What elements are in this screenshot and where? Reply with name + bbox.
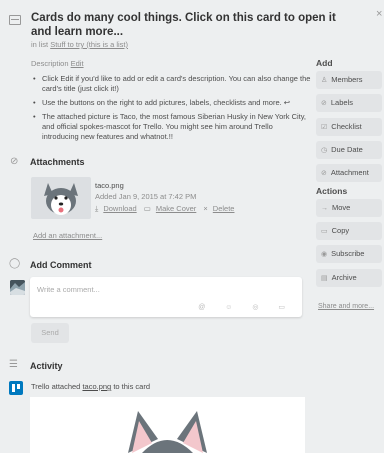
delete-icon: × [203,204,208,213]
checklist-label: Checklist [331,122,362,131]
labels-label: Labels [330,98,353,107]
add-section-title: Add [316,58,333,68]
clock-icon: ◷ [321,147,328,154]
attachment-thumbnail[interactable] [31,177,91,219]
archive-icon: ▤ [321,275,328,282]
activity-object-link[interactable]: taco.png [82,382,111,391]
move-label: Move [332,203,351,212]
attachment-label: Attachment [330,168,369,177]
move-button[interactable]: → Move [316,199,382,217]
activity-title: Activity [30,361,63,371]
list-name-link[interactable]: Stuff to try (this is a list) [50,40,128,49]
attachment-date: Added Jan 9, 2015 at 7:42 PM [95,192,197,201]
add-attachment-link[interactable]: Add an attachment... [33,231,102,240]
description-item: The attached picture is Taco, the most f… [31,112,311,142]
tag-icon: ⊘ [321,100,327,107]
activity-actor[interactable]: Trello [31,382,49,391]
subscribe-label: Subscribe [331,249,365,258]
card-sidebar: Add ♙ Members ⊘ Labels ☑ Checklist ◷ Due Dat… [312,0,384,453]
comment-icon: ◯ [9,258,21,269]
description-item: Click Edit if you'd like to add or edit … [31,74,311,94]
copy-label: Copy [331,226,350,235]
due-date-button[interactable]: ◷ Due Date [316,141,382,159]
checkbox-icon: ☑ [321,124,328,131]
activity-list-icon: ☰ [9,359,18,370]
activity-image-preview[interactable] [30,397,305,453]
avatar-image [10,280,25,295]
eye-icon: ◉ [321,251,328,258]
description-list: Click Edit if you'd like to add or edit … [31,74,311,146]
comment-input[interactable]: Write a comment... @ ☺ ◎ ▭ [30,277,302,317]
comment-placeholder: Write a comment... [37,285,100,294]
checklist-button[interactable]: ☑ Checklist [316,118,382,136]
cover-icon: ▭ [143,204,151,213]
activity-verb: attached [51,382,81,391]
make-cover-link[interactable]: Make Cover [156,204,196,213]
card-title[interactable]: Cards do many cool things. Click on this… [31,11,351,39]
description-label: Description [31,59,69,68]
person-icon: ♙ [321,77,328,84]
activity-entry: Trello attached taco.png to this card [31,382,150,391]
share-and-more-link[interactable]: Share and more... [318,303,374,310]
husky-image [44,183,78,215]
attachment-actions: ⤓ Download ▭ Make Cover × Delete [95,204,239,214]
paperclip-icon: ⊘ [321,170,327,177]
add-comment-title: Add Comment [30,260,92,270]
delete-link[interactable]: Delete [213,204,235,213]
archive-button[interactable]: ▤ Archive [316,269,382,287]
copy-icon: ▭ [321,228,328,235]
attachment-filename[interactable]: taco.png [95,181,124,190]
list-info: in list Stuff to try (this is a list) [31,40,128,49]
members-button[interactable]: ♙ Members [316,71,382,89]
arrow-right-icon: → [321,205,328,212]
edit-description-link[interactable]: Edit [71,59,84,68]
members-label: Members [331,75,363,84]
labels-button[interactable]: ⊘ Labels [316,94,382,112]
paperclip-icon: ⊘ [10,156,19,167]
copy-button[interactable]: ▭ Copy [316,222,382,240]
attachments-title: Attachments [30,157,85,167]
attachment-button[interactable]: ⊘ Attachment [316,164,382,182]
actions-section-title: Actions [316,186,348,196]
description-header: Description Edit [31,59,84,68]
due-date-label: Due Date [331,145,363,154]
trello-logo-icon [9,381,23,395]
send-button[interactable]: Send [31,323,69,343]
in-list-prefix: in list [31,40,49,49]
download-icon: ⤓ [95,204,99,213]
activity-suffix: to this card [113,382,151,391]
download-link[interactable]: Download [103,204,136,213]
husky-large-image [128,411,207,453]
card-detail-main: Cards do many cool things. Click on this… [0,0,336,453]
card-icon [9,15,21,25]
archive-label: Archive [331,273,357,282]
subscribe-button[interactable]: ◉ Subscribe [316,245,382,263]
description-item: Use the buttons on the right to add pict… [31,98,311,108]
avatar[interactable] [10,280,25,295]
comment-tool-icons[interactable]: @ ☺ ◎ ▭ [198,303,294,311]
